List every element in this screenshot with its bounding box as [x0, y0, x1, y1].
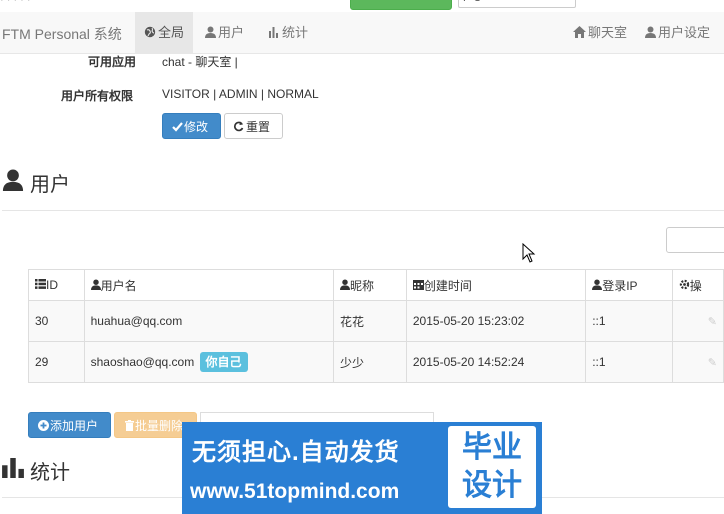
column-header-id-label: ID	[46, 277, 58, 292]
column-header-login-ip-label: 登录IP	[602, 278, 638, 293]
refresh-icon	[233, 115, 244, 141]
bar-chart-icon	[268, 13, 280, 54]
column-header-nickname[interactable]: 昵称	[333, 269, 407, 301]
edit-button-label: 修改	[184, 120, 209, 134]
green-button[interactable]	[350, 0, 452, 10]
nav-item-chatroom[interactable]: 聊天室	[573, 12, 627, 53]
column-header-nickname-label: 昵称	[350, 278, 375, 293]
nav-item-stats-label: 统计	[282, 25, 309, 40]
users-table: ID 用户名 昵称 创建时间 登录IP 操 30 huahua@qq.com 花…	[28, 269, 724, 383]
add-user-button[interactable]: 添加用户	[28, 412, 111, 438]
column-header-created[interactable]: 创建时间	[405, 269, 587, 301]
watermark-line1: 无须担心.自动发货	[192, 439, 400, 466]
edit-icon[interactable]: ✎	[679, 315, 717, 328]
column-header-actions-label: 操	[689, 278, 702, 293]
username-text: huahua@qq.com	[90, 314, 183, 328]
globe-icon	[144, 13, 156, 54]
permissions-label: 用户所有权限	[61, 89, 134, 103]
mouse-cursor-icon	[522, 242, 536, 266]
add-user-button-label: 添加用户	[50, 419, 99, 433]
nav-item-user-settings-label: 用户设定	[658, 25, 711, 40]
watermark-badge: 毕业 设计	[448, 426, 536, 508]
cell-created: 2015-05-20 15:23:02	[405, 300, 587, 342]
table-row: 29 shaoshao@qq.com 你自己 少少 2015-05-20 14:…	[28, 341, 724, 383]
apps-value: chat - 聊天室 |	[162, 55, 238, 69]
stats-heading-label: 统计	[30, 462, 70, 484]
nav-item-chatroom-label: 聊天室	[588, 25, 628, 40]
user-icon	[645, 13, 656, 54]
bar-chart-icon	[2, 457, 24, 484]
column-header-id[interactable]: ID	[28, 269, 85, 301]
nav-item-global[interactable]: 全局	[135, 12, 193, 53]
watermark-badge-line2: 设计	[462, 469, 522, 502]
cell-username: shaoshao@qq.com 你自己	[83, 341, 335, 383]
users-heading-label: 用户	[30, 174, 70, 196]
user-icon	[592, 279, 603, 293]
cell-nickname: 花花	[333, 300, 407, 342]
user-icon	[90, 279, 101, 293]
batch-delete-button-label: 批量删除	[135, 419, 184, 433]
table-row: 30 huahua@qq.com 花花 2015-05-20 15:23:02 …	[28, 300, 724, 342]
cell-id: 30	[28, 300, 85, 342]
nav-item-users[interactable]: 用户	[205, 12, 244, 53]
watermark-line2: www.51topmind.com	[190, 480, 400, 503]
column-header-username-label: 用户名	[100, 278, 137, 293]
top-strip: · · · · · P C · · · ·	[0, 0, 724, 12]
cell-created: 2015-05-20 14:52:24	[405, 341, 587, 383]
edit-icon[interactable]: ✎	[679, 356, 717, 369]
gear-icon	[679, 279, 690, 293]
user-icon	[340, 279, 351, 293]
search-input[interactable]	[666, 227, 724, 253]
cell-actions[interactable]: ✎	[671, 300, 724, 342]
self-badge: 你自己	[199, 352, 248, 372]
top-strip-text: · · · · ·	[0, 0, 31, 6]
permissions-value: VISITOR | ADMIN | NORMAL	[162, 87, 319, 101]
user-icon	[2, 169, 24, 197]
nav-item-global-label: 全局	[158, 25, 185, 40]
cell-login-ip: ::1	[585, 300, 673, 342]
navbar: FTM Personal 系统 全局 用户 统计 聊天室 用户设定	[0, 12, 724, 54]
home-icon	[573, 13, 586, 54]
cell-login-ip: ::1	[585, 341, 673, 383]
apps-label: 可用应用	[88, 55, 137, 69]
column-header-login-ip[interactable]: 登录IP	[585, 269, 673, 301]
watermark-banner: 无须担心.自动发货 www.51topmind.com 毕业 设计	[182, 422, 542, 514]
column-header-username[interactable]: 用户名	[83, 269, 335, 301]
user-icon	[205, 13, 216, 54]
reset-button[interactable]: 重置	[224, 113, 283, 139]
edit-button[interactable]: 修改	[162, 113, 221, 139]
cell-id: 29	[28, 341, 85, 383]
users-heading: 用户	[2, 168, 70, 197]
brand[interactable]: FTM Personal 系统	[2, 24, 122, 44]
nav-item-user-settings[interactable]: 用户设定	[645, 12, 710, 53]
divider	[2, 210, 724, 211]
calendar-icon	[412, 279, 424, 293]
username-text: shaoshao@qq.com	[90, 355, 195, 369]
list-icon	[35, 278, 46, 292]
column-header-actions[interactable]: 操	[671, 269, 724, 301]
stats-heading: 统计	[2, 456, 70, 485]
nav-item-stats[interactable]: 统计	[268, 12, 308, 53]
cell-nickname: 少少	[333, 341, 407, 383]
nav-item-users-label: 用户	[218, 25, 245, 40]
column-header-created-label: 创建时间	[423, 278, 472, 293]
watermark-badge-line1: 毕业	[462, 431, 522, 464]
plus-circle-icon	[38, 414, 49, 440]
reset-button-label: 重置	[246, 120, 271, 134]
cell-username: huahua@qq.com	[83, 300, 335, 342]
top-white-button[interactable]: P C · · · ·	[458, 0, 576, 8]
check-icon	[172, 115, 183, 141]
cell-actions[interactable]: ✎	[671, 341, 724, 383]
trash-icon	[125, 414, 134, 437]
